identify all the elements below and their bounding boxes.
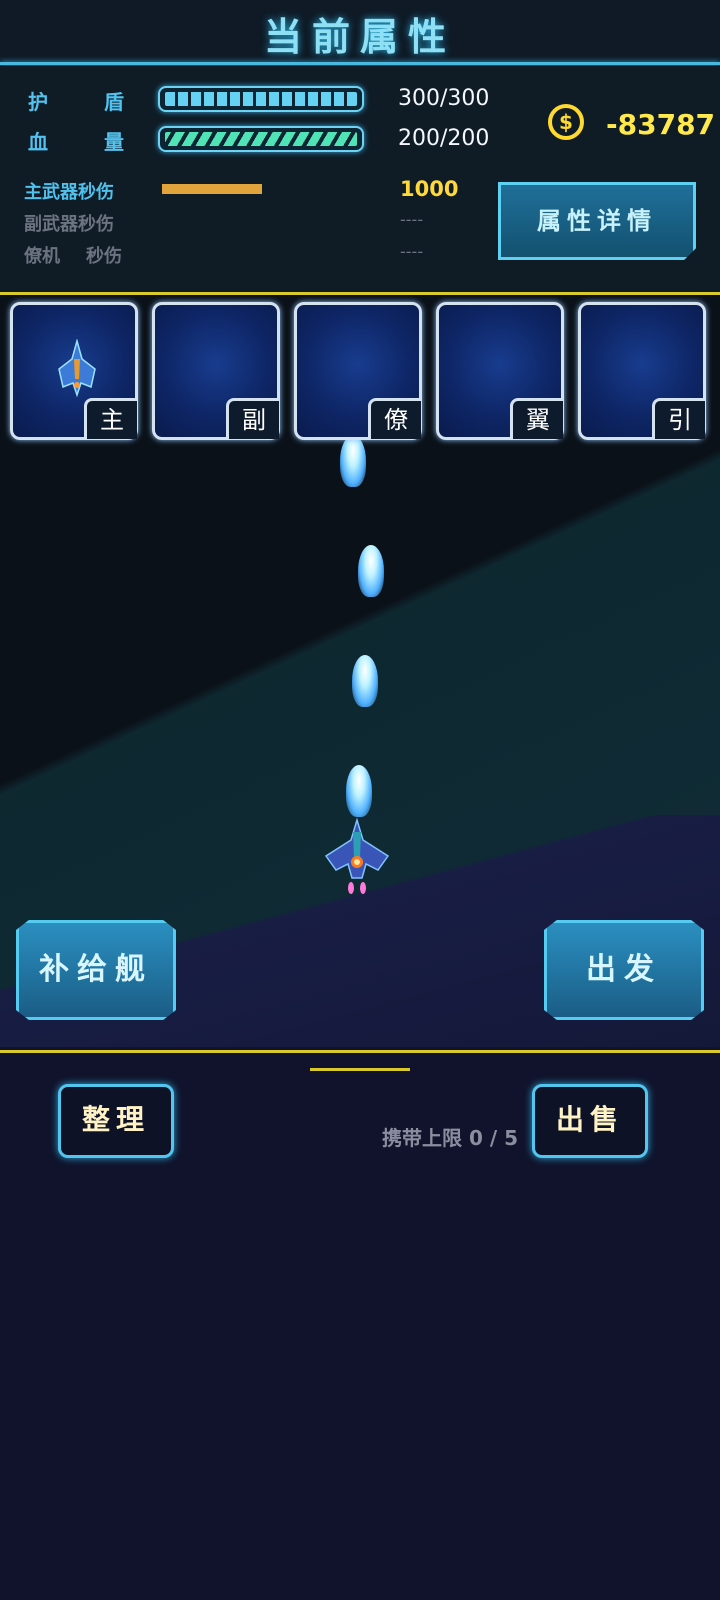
main-dps-value: 1000: [400, 177, 459, 201]
slot-tag-secondary: 副: [226, 398, 279, 439]
coin-balance: -83787: [606, 108, 716, 141]
slot-tag-wing: 翼: [510, 398, 563, 439]
slot-drone[interactable]: 僚: [294, 302, 422, 440]
attribute-details-button[interactable]: 属性详情: [498, 182, 696, 260]
slot-engine[interactable]: 引: [578, 302, 706, 440]
divider-ornament: [310, 1058, 410, 1071]
supply-ship-button[interactable]: 补给舰: [16, 920, 176, 1020]
sub-dps-value: ----: [400, 210, 424, 229]
bullet: [352, 655, 378, 707]
player-ship-icon: [324, 818, 390, 894]
sub-dps-label: 副武器秒伤: [24, 214, 114, 235]
hp-bar: [158, 126, 364, 152]
page-title: 当前属性: [263, 15, 456, 59]
carry-limit: 携带上限 0 / 5: [382, 1126, 519, 1150]
slot-secondary[interactable]: 副: [152, 302, 280, 440]
drone-dps-value: ----: [400, 242, 424, 261]
inventory-divider: [0, 1050, 720, 1053]
shield-label-2: 盾: [104, 90, 124, 114]
hp-label-2: 量: [104, 130, 124, 154]
sell-button[interactable]: 出售: [532, 1084, 648, 1158]
main-dps-label: 主武器秒伤: [24, 182, 114, 203]
slot-main[interactable]: 主: [10, 302, 138, 440]
hp-label-1: 血: [28, 130, 48, 154]
slot-tag-main: 主: [84, 398, 137, 439]
depart-button[interactable]: 出发: [544, 920, 704, 1020]
shield-bar-fill: [165, 92, 357, 106]
bullet: [358, 545, 384, 597]
bullet: [340, 435, 366, 487]
shield-label-1: 护: [28, 90, 48, 114]
ship-icon: [58, 339, 96, 398]
slot-wing[interactable]: 翼: [436, 302, 564, 440]
title-divider: [0, 62, 720, 65]
slot-tag-engine: 引: [652, 398, 705, 439]
shield-value: 300/300: [398, 86, 490, 111]
main-dps-bar: [162, 184, 262, 194]
shield-bar: [158, 86, 364, 112]
bullet: [346, 765, 372, 817]
hp-bar-fill: [165, 132, 357, 146]
drone-dps-label-2: 秒伤: [86, 246, 122, 267]
coin-icon: $: [548, 104, 584, 140]
organize-button[interactable]: 整理: [58, 1084, 174, 1158]
drone-dps-label-1: 僚机: [24, 246, 60, 267]
hp-value: 200/200: [398, 126, 490, 151]
slot-tag-drone: 僚: [368, 398, 421, 439]
